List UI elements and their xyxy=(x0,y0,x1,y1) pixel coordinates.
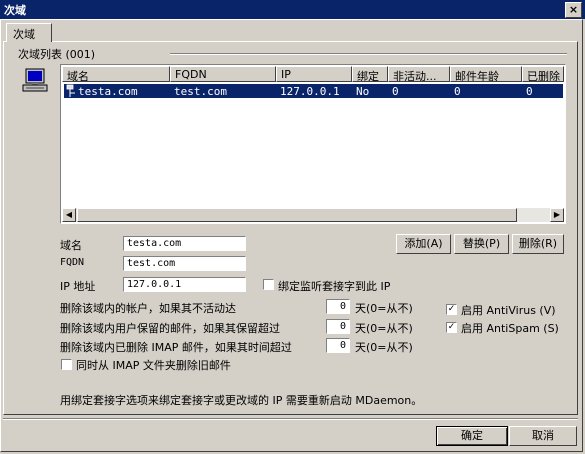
column-header-fqdn[interactable]: FQDN xyxy=(170,66,276,82)
ip-input[interactable]: 127.0.0.1 xyxy=(123,277,246,292)
window-title: 次域 xyxy=(4,4,26,17)
check-icon: ✓ xyxy=(447,322,456,332)
group-divider xyxy=(170,53,567,55)
row-inactive: 0 xyxy=(392,85,399,98)
row-ip: 127.0.0.1 xyxy=(280,85,340,98)
table-row[interactable]: testa.com test.com 127.0.0.1 No 0 0 0 xyxy=(64,84,563,98)
imap-purge-checkbox[interactable] xyxy=(61,359,72,370)
arrow-right-icon: ▶ xyxy=(553,210,561,219)
bottom-divider xyxy=(3,418,578,420)
column-header-mail-age[interactable]: 邮件年龄 xyxy=(450,66,522,82)
setting-imap-unit: 天(0=从不) xyxy=(355,341,413,354)
domain-icon xyxy=(65,84,77,98)
antispam-checkbox[interactable]: ✓ xyxy=(446,322,457,333)
scroll-thumb[interactable] xyxy=(77,208,517,222)
row-domain: testa.com xyxy=(78,85,138,98)
bind-label: 绑定监听套接字到此 IP xyxy=(278,280,391,293)
setting-retained-unit: 天(0=从不) xyxy=(355,322,413,335)
restart-note: 用绑定套接字选项来绑定套接字或更改域的 IP 需要重新启动 MDaemon。 xyxy=(60,394,423,407)
tab-subdomain[interactable]: 次域 xyxy=(6,23,52,42)
row-bind: No xyxy=(356,85,370,98)
setting-inactive-label: 删除该域内的帐户，如果其不活动达 xyxy=(60,302,236,315)
bind-checkbox[interactable] xyxy=(263,279,274,290)
ok-button[interactable]: 确定 xyxy=(436,426,508,446)
horizontal-scrollbar[interactable]: ◀ ▶ xyxy=(62,208,564,222)
subdomain-list[interactable]: 域名 FQDN IP 绑定 非活动... 邮件年龄 已删除 testa.com … xyxy=(60,64,566,224)
replace-button[interactable]: 替换(P) xyxy=(454,234,509,254)
column-header-domain[interactable]: 域名 xyxy=(62,66,170,82)
column-header-deleted[interactable]: 已删除 xyxy=(522,66,564,82)
row-mail-age: 0 xyxy=(454,85,461,98)
row-deleted: 0 xyxy=(526,85,533,98)
row-fqdn: test.com xyxy=(174,85,227,98)
setting-imap-days[interactable]: 0 xyxy=(326,338,350,353)
setting-inactive-unit: 天(0=从不) xyxy=(355,302,413,315)
setting-retained-label: 删除该域内用户保留的邮件，如果其保留超过 xyxy=(60,322,280,335)
setting-retained-days[interactable]: 0 xyxy=(326,319,350,334)
antivirus-checkbox[interactable]: ✓ xyxy=(446,304,457,315)
group-label: 次域列表 (001) xyxy=(18,48,96,61)
scroll-right-button[interactable]: ▶ xyxy=(550,208,564,222)
arrow-left-icon: ◀ xyxy=(65,210,73,219)
close-button[interactable]: × xyxy=(565,2,582,18)
column-header-ip[interactable]: IP xyxy=(276,66,352,82)
add-button[interactable]: 添加(A) xyxy=(396,234,451,254)
tab-label: 次域 xyxy=(13,28,35,41)
check-icon: ✓ xyxy=(447,304,456,314)
scroll-left-button[interactable]: ◀ xyxy=(62,208,76,222)
domain-label: 域名 xyxy=(60,239,82,252)
domain-input[interactable]: testa.com xyxy=(123,236,246,251)
imap-purge-label: 同时从 IMAP 文件夹删除旧邮件 xyxy=(76,359,231,372)
fqdn-label: FQDN xyxy=(60,257,85,268)
column-header-bind[interactable]: 绑定 xyxy=(352,66,388,82)
antivirus-label: 启用 AntiVirus (V) xyxy=(461,304,556,317)
cancel-button[interactable]: 取消 xyxy=(509,426,577,446)
antispam-label: 启用 AntiSpam (S) xyxy=(461,322,559,335)
remove-button[interactable]: 删除(R) xyxy=(512,234,564,254)
setting-inactive-days[interactable]: 0 xyxy=(326,299,350,314)
setting-imap-label: 删除该域内已删除 IMAP 邮件，如果其时间超过 xyxy=(60,341,292,354)
title-bar: 次域 × xyxy=(0,0,585,19)
computer-icon xyxy=(22,68,50,94)
list-header: 域名 FQDN IP 绑定 非活动... 邮件年龄 已删除 xyxy=(62,66,564,82)
fqdn-input[interactable]: test.com xyxy=(123,256,246,271)
close-icon: × xyxy=(568,3,579,16)
column-header-inactive[interactable]: 非活动... xyxy=(388,66,450,82)
ip-label: IP 地址 xyxy=(60,280,96,293)
